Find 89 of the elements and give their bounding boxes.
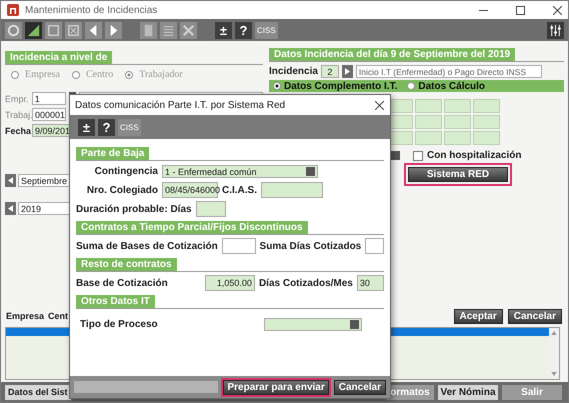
days-sum-field[interactable] — [365, 238, 384, 254]
plus-minus-button[interactable]: ± — [215, 22, 232, 38]
dialog-button[interactable]: Cancelar — [334, 380, 386, 394]
column-header: Cent — [48, 311, 68, 321]
field-label: Fecha — [5, 126, 29, 136]
radio-button[interactable] — [11, 70, 19, 78]
close-icon[interactable] — [553, 6, 562, 14]
section-header: Contratos a Tiempo Parcial/Fijos Discontinuos — [76, 221, 308, 234]
section-header: Datos Incidencia del día 9 de Septiembre del 2019 — [269, 48, 516, 61]
days-month-field[interactable]: 30 — [356, 275, 384, 291]
action-button[interactable]: Cancelar — [508, 308, 562, 324]
field-label: Suma de Bases de Cotización — [76, 240, 218, 252]
days-field[interactable] — [196, 201, 226, 217]
edit-icon[interactable] — [25, 22, 42, 38]
action-button[interactable]: Aceptar — [454, 308, 503, 324]
radio-label: Trabajador — [139, 69, 183, 80]
radio-tab[interactable]: Datos Complemento I.T. — [273, 80, 398, 92]
bases-sum-field[interactable] — [222, 238, 256, 254]
previous-icon[interactable] — [85, 22, 102, 38]
section-header: Parte de Baja — [76, 147, 150, 160]
system-data-button[interactable]: Datos del Sist — [5, 384, 71, 400]
dialog-button[interactable]: Preparar para enviar — [221, 378, 331, 396]
field-label: Duración probable: Días — [76, 204, 192, 214]
grid-cell — [473, 115, 500, 129]
process-type-select[interactable] — [264, 318, 362, 331]
column-header: Empresa — [6, 311, 44, 321]
left-arrow-icon — [8, 205, 13, 212]
incidence-description-field: Inicio I.T (Enfermedad) o Pago Directo INSS — [356, 65, 542, 78]
grid-cell — [444, 131, 471, 145]
scrollbar[interactable] — [549, 328, 559, 379]
checkbox[interactable] — [413, 150, 423, 160]
footer-button[interactable]: Ver Nómina — [438, 384, 498, 400]
system-submit-button[interactable]: Sistema RED — [408, 167, 508, 182]
window-title: Mantenimiento de Incidencias — [25, 4, 158, 16]
radio-button[interactable] — [72, 70, 80, 78]
field-label: Tipo de Proceso — [79, 319, 159, 330]
cias-field[interactable] — [261, 182, 324, 198]
next-icon[interactable] — [105, 22, 122, 38]
refresh-icon[interactable] — [5, 22, 22, 38]
colegiado-field[interactable]: 08/45/646000 — [162, 182, 218, 198]
employer-field[interactable]: 1 — [32, 92, 66, 105]
previous-month-button[interactable] — [5, 174, 16, 187]
app-logo-icon — [7, 4, 19, 16]
date-field[interactable]: 9/09/201 — [32, 124, 72, 137]
help-button[interactable]: ? — [98, 118, 115, 136]
radio-tab[interactable]: Datos Cálculo — [407, 80, 486, 92]
grid-cell — [415, 99, 442, 113]
spreadsheet-icon[interactable] — [180, 22, 197, 38]
right-arrow-icon — [344, 68, 350, 75]
section-header: Otros Datos IT — [76, 295, 155, 308]
list-icon[interactable] — [160, 22, 177, 38]
contingency-select[interactable]: 1 - Enfermedad común — [162, 165, 318, 178]
grid-cell — [473, 99, 500, 113]
section-header: Resto de contratos — [76, 258, 177, 271]
scroll-up-icon[interactable] — [551, 331, 557, 335]
scroll-down-icon[interactable] — [551, 372, 557, 376]
radio-label: Centro — [86, 69, 114, 80]
grid-cell — [444, 115, 471, 129]
document-icon[interactable] — [140, 22, 157, 38]
sliders-icon[interactable] — [547, 22, 564, 38]
field-label: Base de Cotización — [76, 278, 169, 288]
field-label: Días Cotizados/Mes — [258, 278, 353, 288]
previous-year-button[interactable] — [5, 202, 16, 215]
grid-cell — [415, 115, 442, 129]
help-button[interactable]: ? — [235, 22, 252, 38]
plus-minus-button[interactable]: ± — [78, 118, 95, 136]
field-label: Contingencia — [94, 166, 158, 177]
field-label: Incidencia — [269, 66, 318, 77]
field-label: Empr. — [5, 94, 29, 104]
base-field[interactable]: 1,050.00 — [204, 275, 255, 291]
close-icon[interactable] — [375, 100, 384, 110]
left-arrow-icon — [8, 177, 13, 184]
grid-cell — [415, 131, 442, 145]
field-label: Nro. Colegiado — [86, 184, 158, 196]
incidence-code-field[interactable]: 2 — [320, 65, 339, 78]
checkbox-label: Con hospitalización — [427, 150, 522, 161]
delete-icon[interactable] — [65, 22, 82, 38]
worker-field[interactable]: 000001 — [32, 108, 66, 121]
lookup-button[interactable] — [342, 65, 353, 78]
radio-label: Empresa — [25, 69, 60, 80]
grid-cell — [473, 131, 500, 145]
square-icon[interactable] — [45, 22, 62, 38]
dialog-title: Datos comunicación Parte I.T. por Sistema Red — [75, 100, 286, 110]
maximize-icon[interactable] — [516, 6, 525, 14]
radio-button[interactable] — [125, 70, 134, 78]
grid-cell — [444, 99, 471, 113]
field-label: Suma Días Cotizados — [260, 240, 362, 252]
field-label: C.I.A.S. — [222, 184, 258, 196]
section-header: Incidencia a nivel de — [5, 51, 112, 64]
